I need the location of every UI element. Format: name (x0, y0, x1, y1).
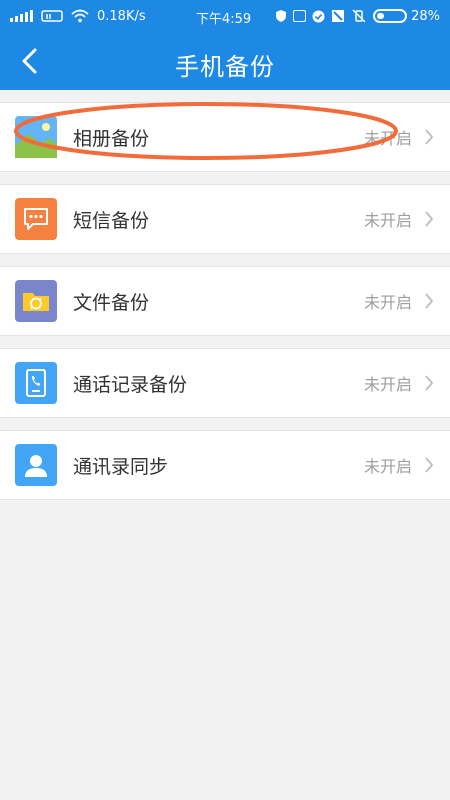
chevron-right-icon (422, 293, 436, 309)
backup-item-photos[interactable]: 相册备份 未开启 (0, 102, 450, 172)
app-notification-icon (332, 10, 345, 22)
backup-item-sms[interactable]: 短信备份 未开启 (0, 184, 450, 254)
backup-item-contacts[interactable]: 通讯录同步 未开启 (0, 430, 450, 500)
hd-signal-icon (41, 10, 63, 22)
battery-icon (373, 9, 408, 23)
header-bar: 手机备份 (0, 32, 450, 90)
backup-item-label: 短信备份 (73, 209, 150, 232)
page-title: 手机备份 (175, 53, 275, 81)
shield-icon (276, 10, 287, 22)
backup-item-label: 通话记录备份 (73, 373, 188, 396)
backup-item-label: 文件备份 (73, 291, 150, 314)
chevron-right-icon (422, 129, 436, 145)
check-circle-icon (312, 10, 325, 22)
chevron-right-icon (422, 457, 436, 473)
wifi-icon (71, 9, 89, 23)
network-speed: 0.18K/s (97, 8, 146, 24)
backup-item-status: 未开启 (363, 211, 412, 230)
backup-list: 相册备份 未开启 短信备份 未开启 文件备份 未开启 通话记录备份 未开启 通讯… (0, 102, 450, 512)
battery-percent: 28% (411, 8, 440, 24)
status-bar: 0.18K/s 下午4:59 28% (0, 0, 450, 32)
chevron-right-icon (422, 211, 436, 227)
backup-item-call-log[interactable]: 通话记录备份 未开启 (0, 348, 450, 418)
image-icon (293, 10, 307, 22)
backup-item-label: 相册备份 (73, 127, 150, 150)
chevron-right-icon (422, 375, 436, 391)
backup-item-status: 未开启 (363, 375, 412, 394)
backup-item-status: 未开启 (363, 293, 412, 312)
call-log-icon (15, 362, 57, 404)
backup-item-status: 未开启 (363, 457, 412, 476)
message-icon (15, 198, 57, 240)
backup-item-label: 通讯录同步 (73, 455, 169, 478)
signal-icon (10, 10, 33, 22)
photo-icon (15, 116, 57, 158)
backup-item-files[interactable]: 文件备份 未开启 (0, 266, 450, 336)
backup-item-status: 未开启 (363, 129, 412, 148)
contacts-icon (15, 444, 57, 486)
folder-icon (15, 280, 57, 322)
clock: 下午4:59 (196, 12, 252, 27)
vibrate-off-icon (352, 9, 366, 23)
